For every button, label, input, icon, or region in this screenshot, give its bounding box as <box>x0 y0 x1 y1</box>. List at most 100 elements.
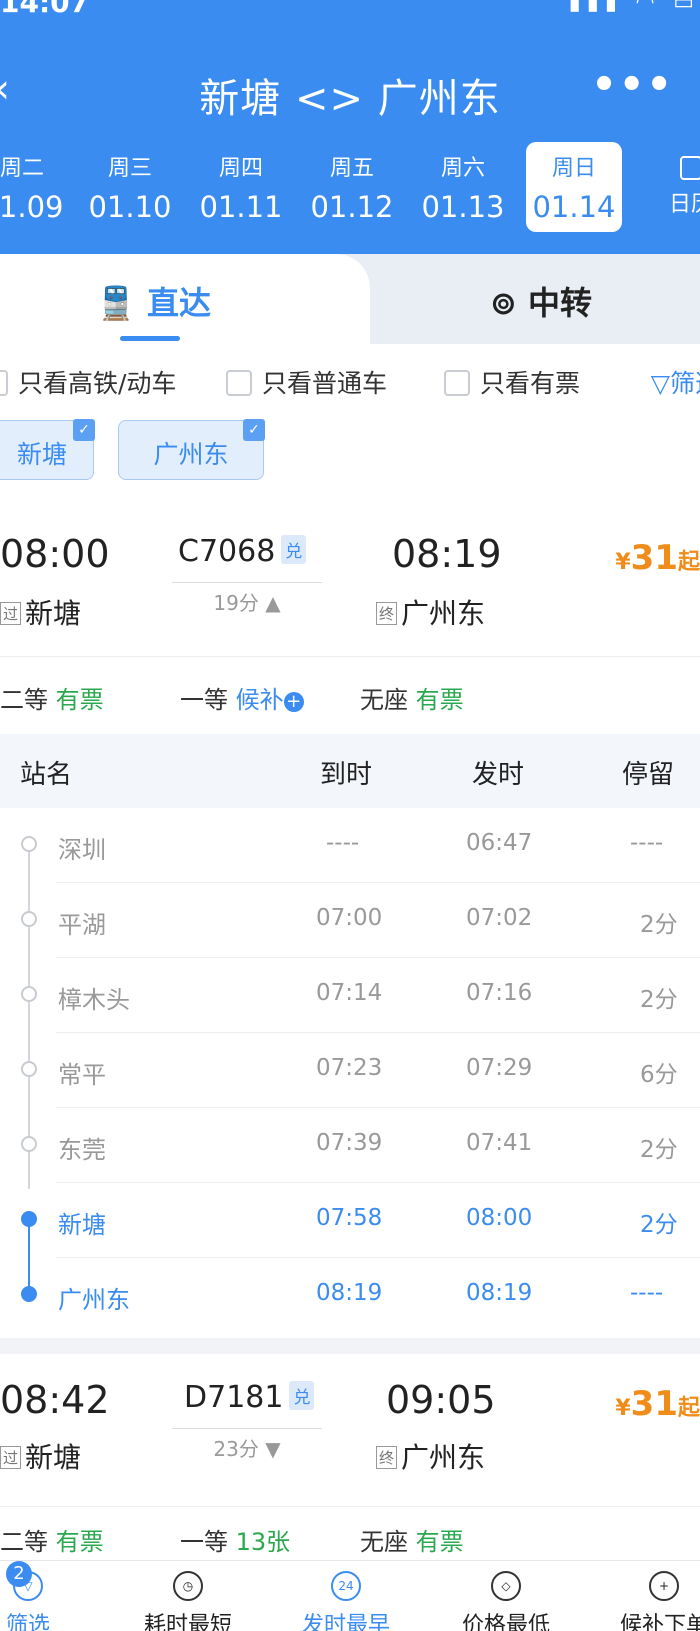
available-only-checkbox[interactable]: 只看有票 <box>444 364 580 400</box>
nav-bar: ‹ 新塘 <> 广州东 ••• <box>0 60 700 122</box>
col-station: 站名 <box>20 760 73 790</box>
seat-status: 有票 <box>55 1528 104 1556</box>
price-tag-icon: ◇ <box>491 1571 521 1601</box>
date-item[interactable]: 周六 01.13 <box>415 142 511 232</box>
date-item[interactable]: 周五 01.12 <box>304 142 400 232</box>
arrival-time: 08:19 <box>392 532 502 576</box>
date-item-selected[interactable]: 周日 01.14 <box>526 142 622 232</box>
stop-stay: 6分 <box>640 1062 678 1088</box>
to-station: 终广州东 <box>376 1436 485 1476</box>
stop-stay: 2分 <box>640 987 678 1013</box>
more-icon[interactable]: ••• <box>591 62 674 108</box>
waitlist-order-button[interactable]: + 候补下单 <box>604 1571 700 1631</box>
date-value: 01.12 <box>310 190 394 224</box>
filter-label: 筛选 <box>669 369 700 398</box>
stop-name: 深圳 <box>58 836 106 864</box>
train-number-text: C7068 <box>178 534 276 569</box>
stop-row-boarding: 新塘 07:58 08:00 2分 <box>0 1183 700 1258</box>
checkbox-label: 只看普通车 <box>262 369 388 398</box>
exchange-badge: 兑 <box>289 1381 315 1410</box>
to-station-chip[interactable]: 广州东 ✓ <box>118 419 265 480</box>
seat-first-class: 一等 13张 <box>180 1522 290 1557</box>
sort-cheapest-button[interactable]: ◇ 价格最低 <box>446 1571 566 1631</box>
price: ¥31起 <box>615 538 700 578</box>
stop-row: 常平 07:23 07:29 6分 <box>0 1033 700 1108</box>
status-bar: 14:07 ▮▮▮ ◠ ▭ <box>0 0 700 20</box>
divider <box>0 656 700 657</box>
filter-button[interactable]: ▽筛选 <box>651 364 700 400</box>
calendar-button[interactable]: 日历 <box>666 146 700 218</box>
status-icons: ▮▮▮ ◠ ▭ <box>568 0 700 15</box>
stop-name: 樟木头 <box>58 986 130 1014</box>
sort-shortest-label: 耗时最短 <box>143 1613 232 1631</box>
stop-row: 深圳 ---- 06:47 ---- <box>0 808 700 883</box>
tab-underline <box>120 336 180 341</box>
bottom-toolbar: ▽ 2 筛选 ◷ 耗时最短 24 发时最早 ◇ 价格最低 + 候补下单 <box>0 1560 700 1631</box>
stop-departure: 07:02 <box>466 905 533 931</box>
stop-dot-active <box>21 1211 37 1227</box>
date-item[interactable]: 周四 01.11 <box>193 142 289 232</box>
train-number: C7068 兑 <box>178 534 307 569</box>
train-number: D7181 兑 <box>184 1380 315 1415</box>
date-strip: 周二01.09 周三01.10 周四01.11 周五01.12 周六01.13 … <box>0 142 700 234</box>
seat-status: 候补 <box>235 686 284 714</box>
checkbox-icon <box>226 370 252 396</box>
price: ¥31起 <box>615 1384 700 1424</box>
stop-departure: 08:00 <box>466 1205 533 1231</box>
from-station: 过新塘 <box>0 592 81 632</box>
stop-dot <box>21 911 37 927</box>
price-suffix: 起 <box>677 550 700 575</box>
checkbox-icon <box>444 370 470 396</box>
seat-class: 二等 <box>0 1528 48 1556</box>
seat-class: 无座 <box>360 686 408 714</box>
filter-tab-button[interactable]: ▽ 2 筛选 <box>0 1561 88 1631</box>
train-card[interactable]: 08:00 C7068 兑 19分 ▲ 08:19 ¥31起 过新塘 终广州东 二… <box>0 504 700 1338</box>
add-waitlist-icon[interactable]: + <box>283 692 304 712</box>
date-weekday: 周日 <box>551 156 596 181</box>
date-weekday: 周六 <box>440 156 485 181</box>
stop-arrival: 08:19 <box>316 1280 383 1306</box>
duration-toggle[interactable]: 23分 ▼ <box>172 1428 322 1462</box>
stops-header: 站名 到时 发时 停留 <box>0 734 700 808</box>
duration-toggle[interactable]: 19分 ▲ <box>172 582 322 616</box>
stop-arrival: 07:00 <box>316 905 383 931</box>
route-tabs: 🚆 直达 ⊚ 中转 <box>0 254 700 344</box>
stop-row: 东莞 07:39 07:41 2分 <box>0 1108 700 1183</box>
stop-name: 东莞 <box>58 1136 106 1164</box>
status-time: 14:07 <box>0 0 90 19</box>
stop-name: 新塘 <box>58 1211 106 1239</box>
date-value: 01.10 <box>88 190 172 224</box>
sort-shortest-button[interactable]: ◷ 耗时最短 <box>128 1571 248 1631</box>
stop-arrival: 07:58 <box>316 1205 383 1231</box>
col-departure: 发时 <box>472 760 525 790</box>
col-arrival: 到时 <box>320 760 373 790</box>
stop-stay: ---- <box>630 830 664 856</box>
stop-arrival: ---- <box>326 830 360 856</box>
stop-name: 广州东 <box>58 1286 130 1314</box>
seat-status: 13张 <box>235 1528 291 1556</box>
stop-dot <box>21 836 37 852</box>
tab-direct[interactable]: 🚆 直达 <box>0 254 370 344</box>
date-value: 01.09 <box>0 190 64 224</box>
stop-departure: 08:19 <box>466 1280 533 1306</box>
seat-class: 二等 <box>0 686 48 714</box>
sort-earliest-button[interactable]: 24 发时最早 <box>286 1571 406 1631</box>
high-speed-checkbox[interactable]: 只看高铁/动车 <box>0 364 176 400</box>
regular-train-checkbox[interactable]: 只看普通车 <box>226 364 387 400</box>
train-number-text: D7181 <box>184 1380 284 1415</box>
seat-second-class: 二等 有票 <box>0 1522 104 1557</box>
train-card[interactable]: 08:42 D7181 兑 23分 ▼ 09:05 ¥31起 过新塘 终广州东 二… <box>0 1354 700 1560</box>
price-value: 31 <box>630 1384 678 1424</box>
date-item[interactable]: 周三 01.10 <box>82 142 178 232</box>
from-station-chip[interactable]: 新塘 ✓ <box>0 419 95 480</box>
seat-class: 无座 <box>360 1528 408 1556</box>
seat-status: 有票 <box>55 686 104 714</box>
stop-stay: ---- <box>630 1280 664 1306</box>
price-symbol: ¥ <box>615 1396 631 1421</box>
stop-arrival: 07:23 <box>316 1055 383 1081</box>
to-station-name: 广州东 <box>401 597 486 630</box>
seat-first-class[interactable]: 一等 候补 + <box>180 680 304 715</box>
stop-dot <box>21 1061 37 1077</box>
chip-label: 新塘 <box>16 440 67 469</box>
date-item[interactable]: 周二 01.09 <box>0 142 70 232</box>
